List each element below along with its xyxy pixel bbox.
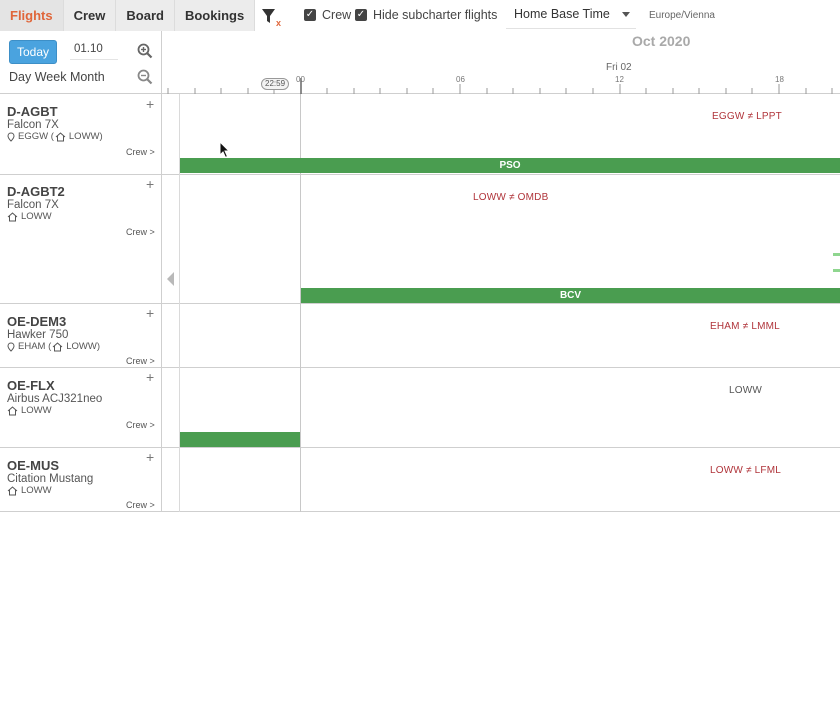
row-divider	[0, 511, 840, 512]
add-flight-button[interactable]: +	[146, 97, 154, 111]
mouse-cursor-icon	[219, 140, 231, 164]
crew-link[interactable]: Crew >	[126, 500, 155, 510]
aircraft-row-d-agbt[interactable]: D-AGBT Falcon 7X EGGW ( LOWW)	[7, 105, 103, 143]
hour-label: 00	[296, 75, 305, 84]
svg-text:x: x	[276, 18, 281, 27]
aircraft-location: LOWW	[7, 211, 65, 223]
hour-label: 12	[615, 75, 624, 84]
flight-route[interactable]: LOWW ≠ LFML	[710, 465, 781, 476]
tab-board[interactable]: Board	[116, 0, 175, 31]
sidebar-divider	[161, 31, 162, 512]
chevron-down-icon	[622, 12, 630, 17]
crew-link[interactable]: Crew >	[126, 227, 155, 237]
add-flight-button[interactable]: +	[146, 370, 154, 384]
flight-bar[interactable]	[180, 432, 300, 447]
home-base-code: LOWW)	[66, 341, 101, 352]
location-code: EGGW (	[18, 131, 54, 142]
home-icon	[55, 132, 66, 142]
add-flight-button[interactable]: +	[146, 450, 154, 464]
timezone-name: Europe/Vienna	[649, 10, 715, 21]
checkbox-checked-icon: ✓	[304, 9, 316, 21]
month-label: Oct 2020	[632, 33, 691, 49]
row-divider	[0, 367, 840, 368]
aircraft-row-oe-flx[interactable]: OE-FLX Airbus ACJ321neo LOWW	[7, 379, 102, 417]
tab-bookings[interactable]: Bookings	[174, 0, 256, 31]
crew-link[interactable]: Crew >	[126, 147, 155, 157]
row-divider	[0, 174, 840, 175]
flight-route[interactable]: LOWW ≠ OMDB	[473, 192, 548, 203]
flight-route[interactable]: EGGW ≠ LPPT	[712, 111, 782, 122]
flight-bar-bcv[interactable]: BCV	[301, 288, 840, 303]
home-icon	[52, 342, 63, 352]
crew-checkbox[interactable]: ✓ Crew	[304, 8, 351, 22]
aircraft-location: LOWW	[7, 485, 93, 497]
timezone-select[interactable]: Home Base Time	[506, 0, 636, 29]
midnight-line	[300, 94, 301, 512]
location-pin-icon	[7, 132, 15, 142]
main-tabs: Flights Crew Board Bookings	[0, 0, 256, 31]
crew-link[interactable]: Crew >	[126, 420, 155, 430]
filter-clear-icon[interactable]: x	[261, 7, 285, 28]
day-label: Fri 02	[606, 62, 632, 73]
home-base-code: LOWW	[21, 405, 52, 416]
home-base-code: LOWW	[21, 211, 52, 222]
current-time-badge: 22:59	[261, 78, 290, 90]
flight-route[interactable]: EHAM ≠ LMML	[710, 321, 780, 332]
hide-subcharter-label: Hide subcharter flights	[373, 8, 498, 22]
aircraft-registration: D-AGBT2	[7, 184, 65, 199]
view-day-link[interactable]: Day	[9, 70, 31, 84]
home-icon	[7, 406, 18, 416]
aircraft-type: Airbus ACJ321neo	[7, 393, 103, 405]
crew-checkbox-label: Crew	[322, 8, 352, 22]
add-flight-button[interactable]: +	[146, 177, 154, 191]
aircraft-row-oe-mus[interactable]: OE-MUS Citation Mustang LOWW	[7, 459, 93, 497]
row-divider	[0, 303, 840, 304]
date-input[interactable]: 01.10	[70, 38, 118, 60]
hour-label: 06	[456, 75, 465, 84]
home-icon	[7, 212, 18, 222]
aircraft-row-d-agbt2[interactable]: D-AGBT2 Falcon 7X LOWW	[7, 185, 65, 223]
hour-label: 18	[775, 75, 784, 84]
aircraft-registration: OE-DEM3	[7, 314, 67, 329]
aircraft-row-oe-dem3[interactable]: OE-DEM3 Hawker 750 EHAM ( LOWW)	[7, 315, 100, 353]
aircraft-location: LOWW	[7, 405, 102, 417]
aircraft-type: Hawker 750	[7, 329, 69, 341]
view-month-link[interactable]: Month	[70, 70, 105, 84]
aircraft-registration: D-AGBT	[7, 104, 58, 119]
checkbox-checked-icon: ✓	[355, 9, 367, 21]
aircraft-location: EGGW ( LOWW)	[7, 131, 103, 143]
view-switcher: Day Week Month	[9, 70, 105, 84]
aircraft-registration: OE-FLX	[7, 378, 55, 393]
collapse-arrow-icon[interactable]	[167, 272, 174, 286]
home-base-code: LOWW	[21, 485, 52, 496]
tab-flights[interactable]: Flights	[0, 0, 64, 31]
location-code: EHAM (	[18, 341, 52, 352]
timeline-left-edge	[179, 94, 180, 512]
aircraft-location: EHAM ( LOWW)	[7, 341, 100, 353]
timezone-select-value: Home Base Time	[514, 7, 610, 21]
home-icon	[7, 486, 18, 496]
tab-crew[interactable]: Crew	[63, 0, 117, 31]
location-pin-icon	[7, 342, 15, 352]
aircraft-location-label: LOWW	[729, 385, 763, 396]
zoom-in-icon[interactable]	[137, 43, 153, 59]
aircraft-type: Citation Mustang	[7, 473, 94, 485]
zoom-out-icon[interactable]	[137, 69, 153, 85]
hide-subcharter-checkbox[interactable]: ✓ Hide subcharter flights	[355, 8, 497, 22]
flight-bar-pso[interactable]: PSO	[180, 158, 840, 173]
flight-segment-marker[interactable]	[833, 269, 840, 272]
home-base-code: LOWW)	[68, 131, 103, 142]
crew-link[interactable]: Crew >	[126, 356, 155, 366]
add-flight-button[interactable]: +	[146, 306, 154, 320]
aircraft-registration: OE-MUS	[7, 458, 59, 473]
today-button[interactable]: Today	[9, 40, 57, 64]
flight-segment-marker[interactable]	[833, 253, 840, 256]
view-week-link[interactable]: Week	[35, 70, 67, 84]
row-divider	[0, 447, 840, 448]
aircraft-type: Falcon 7X	[7, 119, 59, 131]
aircraft-type: Falcon 7X	[7, 199, 59, 211]
